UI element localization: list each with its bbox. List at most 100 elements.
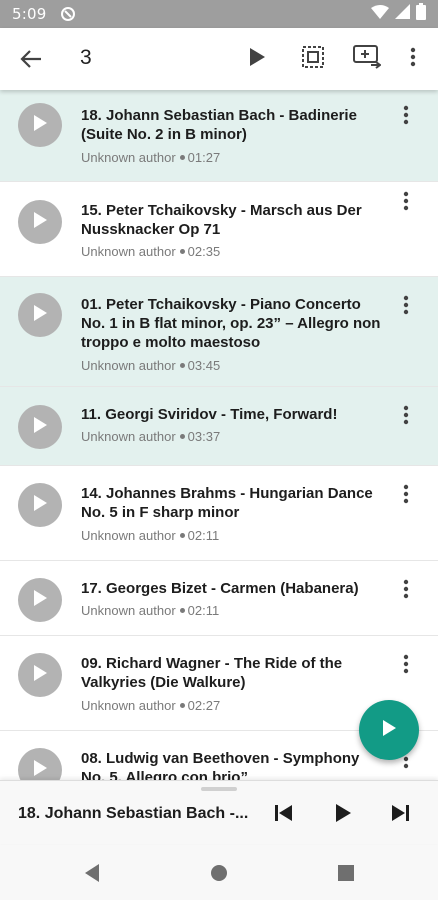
track-title: 14. Johannes Brahms - Hungarian Dance No… xyxy=(81,485,373,521)
track-play-button[interactable] xyxy=(18,200,62,244)
track-author: Unknown author xyxy=(81,150,176,165)
separator-dot xyxy=(179,363,185,368)
track-play-button[interactable] xyxy=(18,578,62,622)
signal-icon xyxy=(395,4,410,24)
status-time: 5:09 xyxy=(12,5,47,23)
nav-recents-icon[interactable] xyxy=(335,862,357,884)
track-duration: 02:11 xyxy=(187,603,220,618)
nav-back-icon[interactable] xyxy=(81,862,103,884)
play-icon xyxy=(33,664,47,686)
track-play-button[interactable] xyxy=(18,405,62,449)
track-row[interactable]: 11. Georgi Sviridov - Time, Forward! Unk… xyxy=(0,387,438,466)
add-to-queue-button[interactable] xyxy=(349,41,385,77)
track-more-button[interactable] xyxy=(394,405,418,429)
track-author: Unknown author xyxy=(81,698,176,713)
track-more-button[interactable] xyxy=(394,191,418,215)
track-play-button[interactable] xyxy=(18,293,62,337)
select-all-icon xyxy=(302,45,324,73)
track-author: Unknown author xyxy=(81,603,176,618)
play-icon xyxy=(33,416,47,438)
back-arrow-icon[interactable] xyxy=(14,43,48,75)
nav-home-icon[interactable] xyxy=(208,862,230,884)
track-meta: Unknown author 02:11 xyxy=(81,603,219,618)
track-row[interactable]: 15. Peter Tchaikovsky - Marsch aus Der N… xyxy=(0,182,438,277)
mini-player[interactable]: 18. Johann Sebastian Bach -... xyxy=(0,780,438,844)
more-vert-icon xyxy=(403,105,409,130)
page-title: 3 xyxy=(80,46,92,69)
more-options-button[interactable] xyxy=(395,41,431,77)
track-title: 17. Georges Bizet - Carmen (Habanera) xyxy=(81,580,359,597)
now-playing-title[interactable]: 18. Johann Sebastian Bach -... xyxy=(18,805,250,823)
track-title: 15. Peter Tchaikovsky - Marsch aus Der N… xyxy=(81,202,362,238)
skip-previous-button[interactable] xyxy=(270,801,298,829)
status-bar: 5:09 xyxy=(0,0,438,28)
drag-handle[interactable] xyxy=(201,787,237,791)
track-author: Unknown author xyxy=(81,429,176,444)
more-vert-icon xyxy=(403,654,409,679)
track-duration: 02:11 xyxy=(187,528,220,543)
track-author: Unknown author xyxy=(81,358,176,373)
track-row[interactable]: 01. Peter Tchaikovsky - Piano Concerto N… xyxy=(0,277,438,387)
track-duration: 03:45 xyxy=(187,358,221,373)
app-bar: 3 xyxy=(0,28,438,90)
separator-dot xyxy=(179,533,185,538)
play-pause-button[interactable] xyxy=(329,801,357,829)
play-icon xyxy=(33,494,47,516)
track-meta: Unknown author 02:27 xyxy=(81,698,220,713)
separator-dot xyxy=(179,249,185,254)
track-more-button[interactable] xyxy=(394,295,418,319)
play-icon xyxy=(248,47,266,72)
status-icons xyxy=(371,3,426,25)
track-meta: Unknown author 03:45 xyxy=(81,358,220,373)
play-fab-button[interactable] xyxy=(359,700,419,760)
play-icon xyxy=(33,114,47,136)
play-icon xyxy=(33,211,47,233)
battery-icon xyxy=(416,3,426,25)
track-author: Unknown author xyxy=(81,244,176,259)
skip-previous-icon xyxy=(274,804,294,827)
track-row[interactable]: 17. Georges Bizet - Carmen (Habanera) Un… xyxy=(0,561,438,636)
track-duration: 03:37 xyxy=(187,429,221,444)
play-icon xyxy=(381,719,397,742)
track-play-button[interactable] xyxy=(18,748,62,780)
more-vert-icon xyxy=(403,484,409,509)
add-to-queue-icon xyxy=(353,44,382,74)
select-all-button[interactable] xyxy=(295,41,331,77)
track-more-button[interactable] xyxy=(394,105,418,129)
track-title: 11. Georgi Sviridov - Time, Forward! xyxy=(81,406,338,423)
skip-next-button[interactable] xyxy=(386,801,414,829)
more-vert-icon xyxy=(403,295,409,320)
track-meta: Unknown author 01:27 xyxy=(81,150,220,165)
more-vert-icon xyxy=(410,47,416,72)
track-title: 08. Ludwig van Beethoven - Symphony No. … xyxy=(81,750,360,780)
track-row[interactable]: 14. Johannes Brahms - Hungarian Dance No… xyxy=(0,466,438,561)
track-more-button[interactable] xyxy=(394,654,418,678)
track-meta: Unknown author 03:37 xyxy=(81,429,220,444)
track-duration: 02:35 xyxy=(187,244,221,259)
screen: 5:09 3 18. Johann Sebastian Bach - Badin… xyxy=(0,0,438,900)
play-icon xyxy=(33,589,47,611)
track-play-button[interactable] xyxy=(18,483,62,527)
skip-next-icon xyxy=(390,804,410,827)
track-play-button[interactable] xyxy=(18,653,62,697)
track-meta: Unknown author 02:35 xyxy=(81,244,220,259)
sync-icon xyxy=(60,6,76,22)
track-title: 18. Johann Sebastian Bach - Badinerie (S… xyxy=(81,107,357,143)
track-meta: Unknown author 02:11 xyxy=(81,528,219,543)
more-vert-icon xyxy=(403,579,409,604)
track-title: 09. Richard Wagner - The Ride of the Val… xyxy=(81,655,343,691)
play-icon xyxy=(334,803,352,828)
track-list: 18. Johann Sebastian Bach - Badinerie (S… xyxy=(0,90,438,780)
track-row[interactable]: 18. Johann Sebastian Bach - Badinerie (S… xyxy=(0,90,438,182)
track-more-button[interactable] xyxy=(394,484,418,508)
track-more-button[interactable] xyxy=(394,579,418,603)
play-icon xyxy=(33,759,47,781)
play-icon xyxy=(33,304,47,326)
wifi-icon xyxy=(371,4,389,24)
play-all-button[interactable] xyxy=(239,41,275,77)
more-vert-icon xyxy=(403,405,409,430)
separator-dot xyxy=(179,608,185,613)
track-play-button[interactable] xyxy=(18,103,62,147)
track-author: Unknown author xyxy=(81,528,176,543)
track-duration: 01:27 xyxy=(187,150,221,165)
